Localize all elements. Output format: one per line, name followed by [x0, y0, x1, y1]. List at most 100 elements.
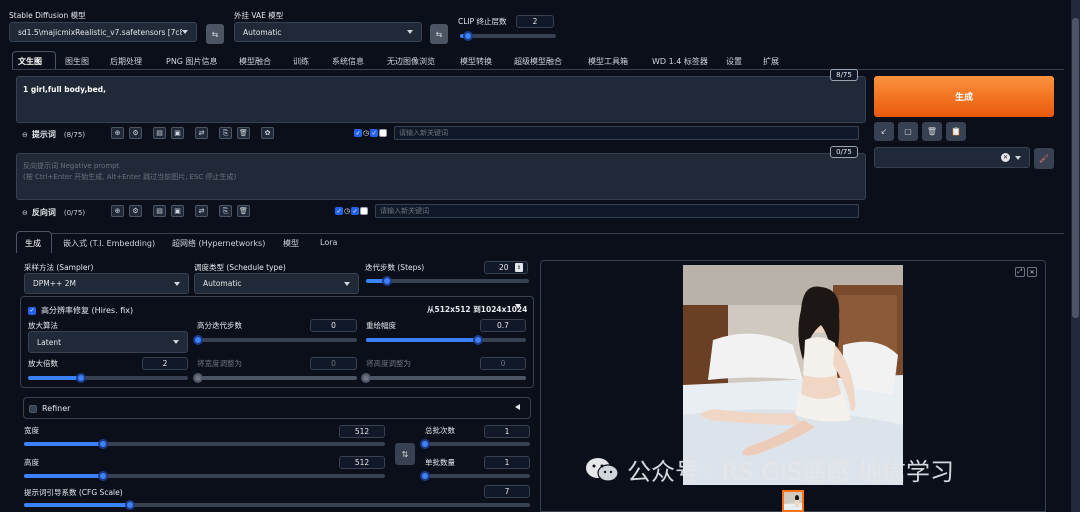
height-value[interactable]: 512	[339, 456, 385, 469]
bookmark-icon[interactable]: ▣	[171, 127, 184, 139]
cfg-value[interactable]: 7	[484, 485, 530, 498]
hires-toggle[interactable]: ✓ 高分辨率修复 (Hires. fix)	[28, 305, 133, 316]
tab-sysinfo[interactable]: 系统信息	[332, 56, 364, 67]
close-icon[interactable]: ✕	[1027, 267, 1037, 277]
subtab-lora[interactable]: Lora	[320, 238, 337, 247]
batch-count-slider[interactable]	[420, 439, 530, 449]
swap-icon[interactable]: ⇄	[195, 127, 208, 139]
checkbox-icon[interactable]: ✓	[28, 306, 36, 315]
prompt-keyword-input[interactable]: 请输入新关键词	[394, 126, 859, 140]
tab-png-info[interactable]: PNG 图片信息	[166, 56, 218, 67]
refiner-expand-icon[interactable]	[515, 404, 520, 410]
tab-extensions[interactable]: 扩展	[763, 56, 779, 67]
checkbox-icon[interactable]: ✓	[354, 129, 362, 137]
refresh-vae-button[interactable]: ⇆	[430, 24, 448, 44]
checkbox-icon[interactable]	[379, 129, 388, 137]
tab-model-toolkit[interactable]: 模型工具箱	[588, 56, 628, 67]
clipboard-icon[interactable]: 📋	[946, 122, 966, 141]
tab-extras[interactable]: 后期处理	[110, 56, 142, 67]
trash-icon[interactable]: 🗑	[922, 122, 942, 141]
clip-value[interactable]: 2	[516, 15, 554, 28]
tab-wd-tagger[interactable]: WD 1.4 标签器	[652, 56, 708, 67]
copy-icon[interactable]: ⎘	[219, 205, 232, 217]
settings-icon[interactable]: ✿	[261, 127, 274, 139]
steps-slider[interactable]	[366, 276, 529, 286]
tab-txt2img[interactable]: 文生图	[18, 56, 42, 67]
clip-slider[interactable]	[460, 31, 556, 41]
tab-merge[interactable]: 模型融合	[239, 56, 271, 67]
tab-train[interactable]: 训练	[293, 56, 309, 67]
scrollbar[interactable]	[1071, 0, 1080, 512]
gear-icon[interactable]: ⚙	[129, 205, 142, 217]
checkbox-icon[interactable]: ✓	[351, 207, 360, 215]
trash-icon[interactable]: 🗑	[237, 205, 250, 217]
denoise-slider[interactable]	[366, 335, 526, 345]
swap-dimensions-button[interactable]: ⇅	[395, 443, 415, 465]
tab-img2img[interactable]: 图生图	[65, 56, 89, 67]
subtab-model[interactable]: 模型	[283, 238, 299, 249]
resize-height-slider[interactable]	[361, 373, 526, 383]
model-select[interactable]: sd1.5\majicmixRealistic_v7.safetensors […	[9, 22, 197, 42]
checkbox-icon[interactable]: ✓	[335, 207, 343, 215]
resize-height-value[interactable]: 0	[480, 357, 526, 370]
hires-steps-slider[interactable]	[193, 335, 357, 345]
globe-icon[interactable]: ⊕	[111, 205, 124, 217]
resize-width-value[interactable]: 0	[310, 357, 357, 370]
subtab-hypernetworks[interactable]: 超网络 (Hypernetworks)	[172, 238, 265, 249]
checkbox-icon[interactable]	[29, 404, 37, 413]
denoise-value[interactable]: 0.7	[480, 319, 526, 332]
styles-select[interactable]: ✕	[874, 147, 1030, 168]
batch-size-label: 单批数量	[425, 458, 455, 467]
upscale-value[interactable]: 2	[142, 357, 188, 370]
gear-icon[interactable]: ⚙	[129, 127, 142, 139]
tab-model-convert[interactable]: 模型转换	[460, 56, 492, 67]
thumbnail[interactable]	[782, 490, 804, 512]
batch-count-value[interactable]: 1	[484, 425, 530, 438]
generate-button[interactable]: 生成	[874, 76, 1054, 117]
batch-size-value[interactable]: 1	[484, 456, 530, 469]
vae-select[interactable]: Automatic	[234, 22, 422, 42]
negative-keyword-input[interactable]: 请输入新关键词	[375, 204, 859, 218]
note-icon[interactable]: ▤	[153, 127, 166, 139]
steps-input[interactable]: 20 ⇕	[484, 261, 528, 274]
bookmark-icon[interactable]: ▣	[171, 205, 184, 217]
upscale-slider[interactable]	[28, 373, 188, 383]
spinner-icon[interactable]: ⇕	[515, 263, 523, 272]
width-value[interactable]: 512	[339, 425, 385, 438]
hires-collapse-icon[interactable]	[515, 304, 521, 309]
globe-icon[interactable]: ⊕	[111, 127, 124, 139]
tab-super-merge[interactable]: 超级模型融合	[514, 56, 562, 67]
note-icon[interactable]: ▤	[153, 205, 166, 217]
tab-settings[interactable]: 设置	[726, 56, 742, 67]
schedule-select[interactable]: Automatic	[194, 273, 359, 294]
subtab-embedding[interactable]: 嵌入式 (T.I. Embedding)	[63, 238, 155, 249]
checkbox-icon[interactable]: ✓	[370, 129, 379, 137]
subtab-generate[interactable]: 生成	[25, 238, 41, 249]
copy-icon[interactable]: ⎘	[219, 127, 232, 139]
scrollbar-thumb[interactable]	[1072, 18, 1079, 318]
refresh-model-button[interactable]: ⇆	[206, 24, 224, 44]
trash-icon[interactable]: 🗑	[237, 127, 250, 139]
watermark-text: 公众号 · RS GIS遥感 地信学习	[627, 458, 954, 486]
checkbox-icon[interactable]	[360, 207, 369, 215]
refiner-toggle[interactable]: Refiner	[29, 404, 70, 413]
hires-steps-value[interactable]: 0	[310, 319, 357, 332]
fullscreen-icon[interactable]: ⤢	[1015, 267, 1025, 277]
collapse-icon[interactable]: ⊖	[22, 209, 28, 217]
height-slider[interactable]	[24, 471, 385, 481]
resize-width-slider[interactable]	[193, 373, 357, 383]
sampler-select[interactable]: DPM++ 2M	[24, 273, 189, 294]
square-icon[interactable]: ▢	[898, 122, 918, 141]
upscaler-select[interactable]: Latent	[28, 331, 188, 353]
collapse-icon[interactable]: ⊖	[22, 131, 28, 139]
edit-styles-button[interactable]: 🖌	[1034, 148, 1054, 169]
batch-size-slider[interactable]	[420, 471, 530, 481]
width-slider[interactable]	[24, 439, 385, 449]
cfg-slider[interactable]	[24, 500, 530, 510]
swap-icon[interactable]: ⇄	[195, 205, 208, 217]
clear-icon[interactable]: ✕	[1001, 153, 1010, 162]
prompt-textarea[interactable]: 1 girl,full body,bed,	[16, 76, 866, 123]
negative-prompt-textarea[interactable]: 反向提示词 Negative prompt (按 Ctrl+Enter 开始生成…	[16, 153, 866, 200]
arrow-icon[interactable]: ↙	[874, 122, 894, 141]
tab-image-browser[interactable]: 无边图像浏览	[387, 56, 435, 67]
